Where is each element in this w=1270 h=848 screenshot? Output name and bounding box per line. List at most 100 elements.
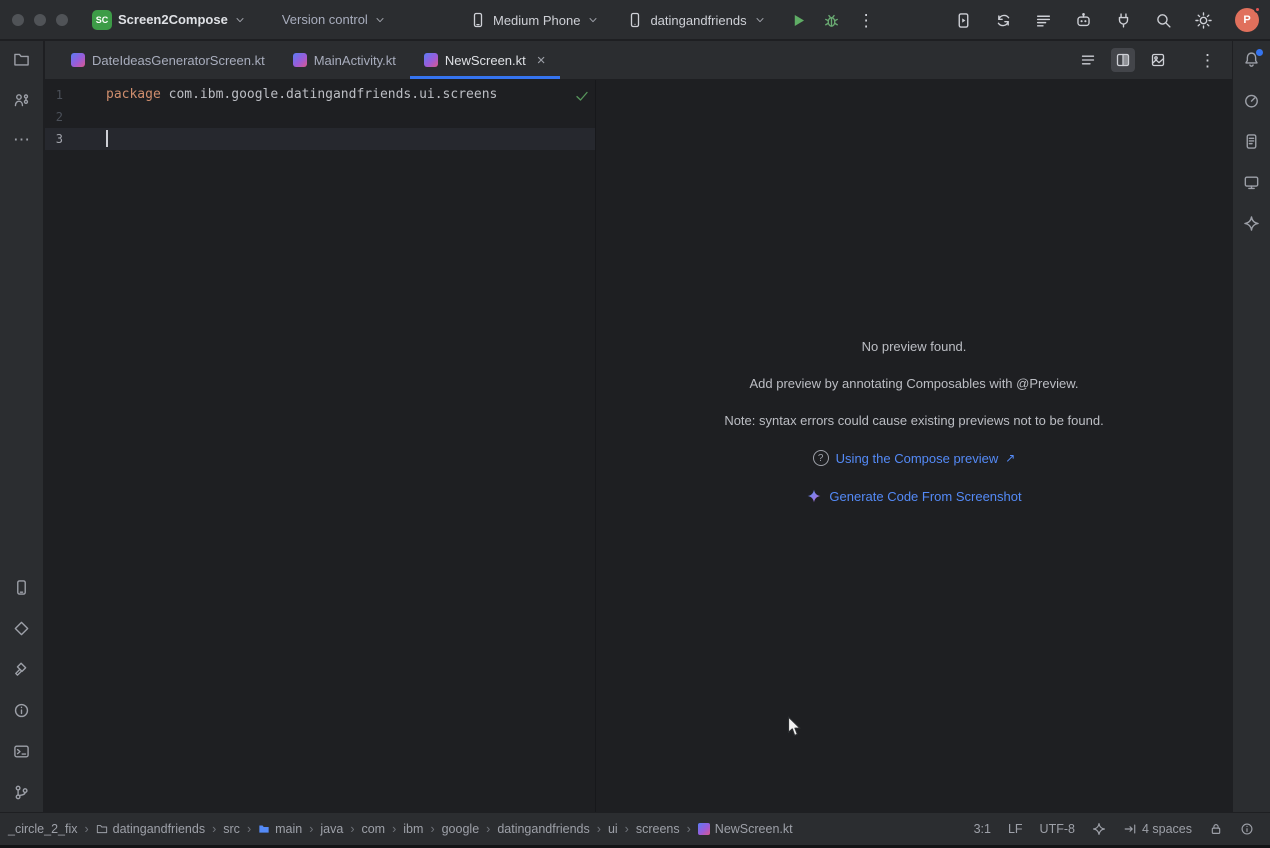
breadcrumb-separator: ›	[486, 822, 490, 836]
breadcrumb-item[interactable]: ibm	[403, 822, 423, 836]
breadcrumb-separator: ›	[247, 822, 251, 836]
breadcrumb-item[interactable]: src	[223, 822, 240, 836]
generate-code-link-text[interactable]: Generate Code From Screenshot	[829, 489, 1021, 504]
resource-manager-icon[interactable]	[13, 620, 30, 637]
editor-line: 2	[45, 106, 595, 128]
keyword-token: package	[106, 87, 161, 102]
write-access-lock-icon[interactable]	[1209, 822, 1223, 836]
gemini-status-icon[interactable]	[1092, 822, 1106, 836]
run-configuration-selector[interactable]: datingandfriends	[627, 12, 765, 28]
tab-dateideasgeneratorscreen[interactable]: DateIdeasGeneratorScreen.kt	[57, 41, 279, 79]
breadcrumb-item[interactable]: screens	[636, 822, 680, 836]
info-icon[interactable]	[1240, 822, 1254, 836]
text-caret	[106, 130, 108, 147]
sync-project-icon[interactable]	[995, 12, 1012, 29]
project-folder-icon[interactable]	[13, 51, 30, 68]
breadcrumb-separator: ›	[84, 822, 88, 836]
editor-more-options-icon[interactable]: ⋮	[1199, 52, 1216, 69]
indent-widget[interactable]: 4 spaces	[1123, 822, 1192, 836]
kotlin-file-icon	[424, 53, 438, 67]
gemini-icon[interactable]	[1243, 215, 1260, 232]
design-mode-button[interactable]	[1146, 48, 1170, 72]
tab-mainactivity[interactable]: MainActivity.kt	[279, 41, 410, 79]
run-configuration-label: datingandfriends	[650, 13, 746, 28]
titlebar-right-actions: P	[955, 0, 1259, 40]
inspections-ok-icon[interactable]	[574, 88, 590, 104]
device-connection-icon[interactable]	[1115, 12, 1132, 29]
device-manager-icon[interactable]	[13, 579, 30, 596]
device-selector-label: Medium Phone	[493, 13, 580, 28]
line-number[interactable]: 1	[45, 84, 106, 106]
tab-label: DateIdeasGeneratorScreen.kt	[92, 53, 265, 68]
window-close-button[interactable]	[12, 14, 24, 26]
generate-code-link[interactable]: Generate Code From Screenshot	[806, 488, 1021, 504]
build-icon[interactable]	[13, 661, 30, 678]
settings-gear-icon[interactable]	[1195, 12, 1212, 29]
source-root-icon	[258, 823, 270, 835]
encoding-widget[interactable]: UTF-8	[1040, 822, 1075, 836]
version-control-label: Version control	[282, 12, 368, 27]
breadcrumb-item[interactable]: datingandfriends	[497, 822, 589, 836]
kotlin-file-icon	[293, 53, 307, 67]
breadcrumb-item[interactable]: _circle_2_fix	[8, 822, 77, 836]
debug-button[interactable]	[823, 12, 840, 29]
breadcrumb-item-file[interactable]: NewScreen.kt	[698, 822, 793, 836]
compose-preview-link-text[interactable]: Using the Compose preview	[836, 451, 999, 466]
breadcrumb-separator: ›	[597, 822, 601, 836]
terminal-icon[interactable]	[13, 743, 30, 760]
code-editor[interactable]: 1 package com.ibm.google.datingandfriend…	[45, 80, 595, 812]
more-tool-windows-icon[interactable]: ⋯	[13, 133, 30, 147]
unread-notification-dot	[1256, 49, 1263, 56]
code-mode-button[interactable]	[1076, 48, 1100, 72]
profiler-icon[interactable]	[1243, 92, 1260, 109]
breadcrumb-separator: ›	[430, 822, 434, 836]
split-mode-button[interactable]	[1111, 48, 1135, 72]
studio-bot-icon[interactable]	[1075, 12, 1092, 29]
breadcrumb-item[interactable]: com	[361, 822, 385, 836]
close-tab-icon[interactable]: ×	[537, 53, 546, 68]
tab-newscreen[interactable]: NewScreen.kt ×	[410, 41, 560, 79]
run-button[interactable]	[790, 12, 807, 29]
git-branch-icon[interactable]	[13, 784, 30, 801]
logcat-icon[interactable]	[1035, 12, 1052, 29]
running-devices-icon[interactable]	[955, 12, 972, 29]
search-icon[interactable]	[1155, 12, 1172, 29]
breadcrumb-item[interactable]: main	[258, 822, 302, 836]
help-circle-icon: ?	[813, 450, 829, 466]
compose-preview-help-link[interactable]: ? Using the Compose preview ↗	[813, 450, 1016, 466]
breadcrumb-separator: ›	[687, 822, 691, 836]
gemini-spark-icon	[806, 488, 822, 504]
tab-label: NewScreen.kt	[445, 53, 526, 68]
emulator-icon[interactable]	[1243, 174, 1260, 191]
pull-requests-icon[interactable]	[13, 92, 30, 109]
right-tool-strip	[1232, 41, 1270, 812]
kotlin-file-icon	[71, 53, 85, 67]
device-selector[interactable]: Medium Phone	[470, 12, 599, 28]
breadcrumb-item[interactable]: java	[320, 822, 343, 836]
line-number[interactable]: 3	[45, 128, 106, 150]
add-preview-message: Add preview by annotating Composables wi…	[750, 376, 1079, 391]
breadcrumb-item[interactable]: google	[442, 822, 480, 836]
editor-tabbar: DateIdeasGeneratorScreen.kt MainActivity…	[45, 41, 1232, 80]
chevron-down-icon	[587, 14, 599, 26]
more-actions-icon[interactable]: ⋮	[858, 12, 875, 29]
breadcrumb-separator: ›	[309, 822, 313, 836]
kotlin-file-icon	[698, 823, 710, 835]
breadcrumb-item[interactable]: datingandfriends	[96, 822, 205, 836]
caret-position-widget[interactable]: 3:1	[974, 822, 991, 836]
chevron-down-icon	[234, 14, 246, 26]
line-number[interactable]: 2	[45, 106, 106, 128]
line-separator-widget[interactable]: LF	[1008, 822, 1023, 836]
device-explorer-icon[interactable]	[1243, 133, 1260, 150]
phone-icon	[470, 12, 486, 28]
breadcrumb-item[interactable]: ui	[608, 822, 618, 836]
window-zoom-button[interactable]	[56, 14, 68, 26]
problems-icon[interactable]	[13, 702, 30, 719]
version-control-widget[interactable]: Version control	[282, 12, 386, 27]
avatar-initial: P	[1243, 14, 1250, 26]
window-minimize-button[interactable]	[34, 14, 46, 26]
project-widget[interactable]: SC Screen2Compose	[92, 10, 246, 30]
notifications-button[interactable]	[1243, 51, 1260, 68]
user-avatar[interactable]: P	[1235, 8, 1259, 32]
indent-icon	[1123, 822, 1137, 836]
